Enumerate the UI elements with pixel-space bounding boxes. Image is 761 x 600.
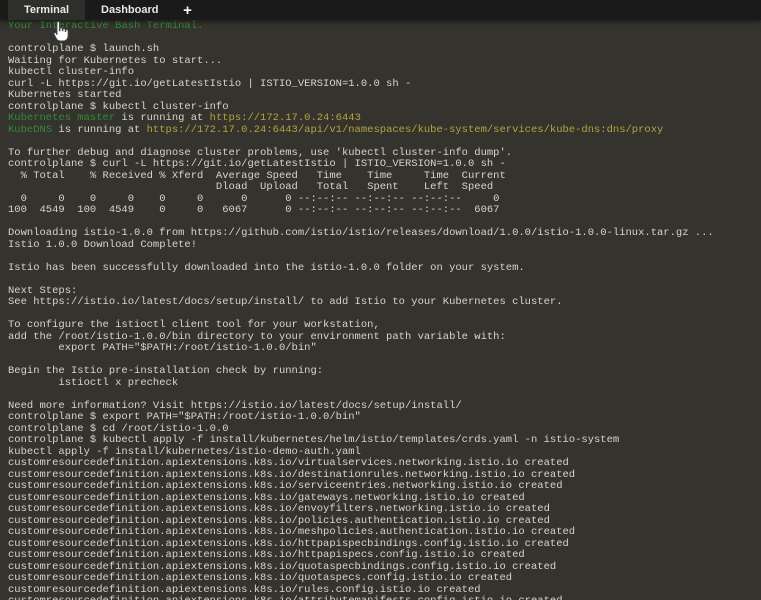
tab-dashboard-label: Dashboard xyxy=(101,4,159,16)
tab-dashboard[interactable]: Dashboard xyxy=(85,0,174,20)
terminal-line: export PATH="$PATH:/root/istio-1.0.0/bin… xyxy=(8,342,317,354)
tab-terminal[interactable]: Terminal xyxy=(8,0,86,20)
terminal-output[interactable]: Your Interactive Bash Terminal. controlpl… xyxy=(0,20,761,600)
terminal-line: See https://istio.io/latest/docs/setup/i… xyxy=(8,296,563,308)
terminal-line: Istio has been successfully downloaded i… xyxy=(8,261,525,274)
terminal-line: customresourcedefinition.apiextensions.k… xyxy=(8,595,761,600)
new-tab-button[interactable]: + xyxy=(175,0,201,20)
terminal-line: 100 4549 100 4549 0 0 6067 0 --:--:-- --… xyxy=(8,204,500,216)
terminal-line: KubeDNS is running at https://172.17.0.2… xyxy=(8,123,664,136)
tab-terminal-label: Terminal xyxy=(24,4,70,16)
tab-bar: Terminal Dashboard + xyxy=(0,0,761,20)
terminal-line: istioctl x precheck xyxy=(8,376,179,389)
terminal-line: Your Interactive Bash Terminal. xyxy=(8,20,204,32)
terminal-line: Istio 1.0.0 Download Complete! xyxy=(8,238,198,251)
plus-icon: + xyxy=(183,1,192,19)
